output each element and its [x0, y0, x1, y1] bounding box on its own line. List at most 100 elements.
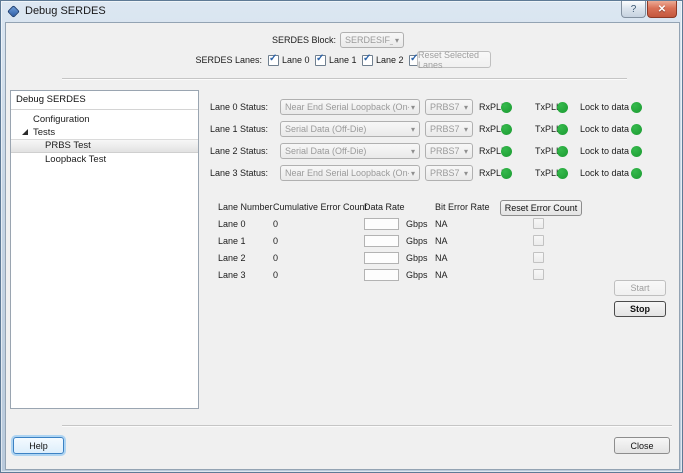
chevron-down-icon: ▾ [464, 125, 468, 134]
txpll-status-indicator [557, 168, 568, 179]
lane1-loopback-dropdown[interactable]: Serial Data (Off-Die) ▾ [280, 121, 420, 137]
close-button[interactable]: Close [614, 437, 670, 454]
rxpll-status-indicator [501, 146, 512, 157]
lane0-loopback-dropdown[interactable]: Near End Serial Loopback (On-Die) ▾ [280, 99, 420, 115]
rxpll-status-indicator [501, 124, 512, 135]
lock-status-indicator [631, 124, 642, 135]
rxpll-status-indicator [501, 102, 512, 113]
txpll-status-indicator [557, 146, 568, 157]
lock-status-indicator [631, 146, 642, 157]
lane2-pattern-dropdown[interactable]: PRBS7 ▾ [425, 143, 473, 159]
lane2-checkbox-label: Lane 2 [376, 55, 404, 65]
lane0-reset-error-checkbox[interactable] [533, 218, 544, 229]
chevron-down-icon: ▾ [411, 169, 415, 178]
lane1-checkbox-label: Lane 1 [329, 55, 357, 65]
lane-name: Lane 3 [218, 268, 246, 282]
txpll-status-indicator [557, 102, 568, 113]
lane3-status-label: Lane 3 Status: [156, 162, 268, 184]
bit-error-rate-value: NA [435, 251, 448, 265]
lane1-checkbox[interactable]: ✓ Lane 1 [315, 52, 357, 68]
cumulative-error-count-value: 0 [273, 234, 278, 248]
lane0-checkbox[interactable]: ✓ Lane 0 [268, 52, 310, 68]
lane-name: Lane 0 [218, 217, 246, 231]
lane0-data-rate-input[interactable] [364, 218, 399, 230]
lane1-data-rate-input[interactable] [364, 235, 399, 247]
prbs-table-row: Lane 2 0 Gbps NA [6, 251, 679, 266]
close-icon: ✕ [658, 4, 666, 15]
lock-to-data-label: Lock to data [580, 140, 629, 162]
chevron-down-icon: ▾ [411, 147, 415, 156]
lane0-checkbox-label: Lane 0 [282, 55, 310, 65]
chevron-down-icon: ▾ [464, 147, 468, 156]
lock-status-indicator [631, 102, 642, 113]
reset-error-count-button[interactable]: Reset Error Count [500, 200, 582, 216]
chevron-down-icon: ▾ [411, 125, 415, 134]
lane3-status-row: Lane 3 Status: Near End Serial Loopback … [6, 162, 679, 184]
bit-error-rate-value: NA [435, 234, 448, 248]
dialog-client-area: SERDES Block: SERDESIF_0 ▾ SERDES Lanes:… [5, 22, 680, 470]
lane3-reset-error-checkbox[interactable] [533, 269, 544, 280]
bottom-separator [62, 425, 672, 427]
lane-name: Lane 2 [218, 251, 246, 265]
lane3-loopback-dropdown[interactable]: Near End Serial Loopback (On-Die) ▾ [280, 165, 420, 181]
serdes-lanes-label: SERDES Lanes: [106, 52, 262, 68]
lock-to-data-label: Lock to data [580, 118, 629, 140]
chevron-down-icon: ▾ [464, 169, 468, 178]
chevron-down-icon: ▾ [464, 103, 468, 112]
checkbox-checked-icon: ✓ [315, 55, 326, 66]
reset-selected-lanes-button[interactable]: Reset Selected Lanes [417, 51, 491, 68]
data-rate-unit: Gbps [406, 234, 428, 248]
prbs-table-row: Lane 3 0 Gbps NA [6, 268, 679, 283]
lane2-checkbox[interactable]: ✓ Lane 2 [362, 52, 404, 68]
bit-error-rate-value: NA [435, 268, 448, 282]
cumulative-error-count-value: 0 [273, 251, 278, 265]
cumulative-error-count-value: 0 [273, 268, 278, 282]
lane3-pattern-dropdown[interactable]: PRBS7 ▾ [425, 165, 473, 181]
window-title: Debug SERDES [25, 1, 106, 22]
debug-serdes-window: Debug SERDES ? ✕ SERDES Block: SERDESIF_… [0, 0, 683, 473]
titlebar[interactable]: Debug SERDES ? ✕ [1, 1, 682, 22]
lane2-status-row: Lane 2 Status: Serial Data (Off-Die) ▾ P… [6, 140, 679, 162]
data-rate-unit: Gbps [406, 251, 428, 265]
col-data-rate: Data Rate [364, 202, 405, 212]
bit-error-rate-value: NA [435, 217, 448, 231]
checkbox-checked-icon: ✓ [362, 55, 373, 66]
prbs-table-header: Lane Number Cumulative Error Count Data … [6, 200, 679, 216]
lock-status-indicator [631, 168, 642, 179]
titlebar-close-button[interactable]: ✕ [647, 1, 677, 18]
data-rate-unit: Gbps [406, 268, 428, 282]
serdes-block-label: SERDES Block: [186, 32, 336, 48]
serdes-block-dropdown[interactable]: SERDESIF_0 ▾ [340, 32, 404, 48]
rxpll-status-indicator [501, 168, 512, 179]
lane2-loopback-dropdown[interactable]: Serial Data (Off-Die) ▾ [280, 143, 420, 159]
prbs-table-row: Lane 1 0 Gbps NA [6, 234, 679, 249]
lock-to-data-label: Lock to data [580, 96, 629, 118]
col-cumulative-error-count: Cumulative Error Count [273, 202, 367, 212]
lock-to-data-label: Lock to data [580, 162, 629, 184]
lane1-pattern-dropdown[interactable]: PRBS7 ▾ [425, 121, 473, 137]
serdes-block-value: SERDESIF_0 [345, 35, 393, 45]
col-bit-error-rate: Bit Error Rate [435, 202, 490, 212]
checkbox-checked-icon: ✓ [268, 55, 279, 66]
stop-button[interactable]: Stop [614, 301, 666, 317]
lane2-reset-error-checkbox[interactable] [533, 252, 544, 263]
help-icon: ? [631, 4, 637, 15]
titlebar-help-button[interactable]: ? [621, 1, 646, 18]
top-separator [62, 78, 627, 80]
lane1-status-label: Lane 1 Status: [156, 118, 268, 140]
prbs-table-row: Lane 0 0 Gbps NA [6, 217, 679, 232]
col-lane-number: Lane Number [218, 202, 273, 212]
lane-name: Lane 1 [218, 234, 246, 248]
cumulative-error-count-value: 0 [273, 217, 278, 231]
lane1-status-row: Lane 1 Status: Serial Data (Off-Die) ▾ P… [6, 118, 679, 140]
lane1-reset-error-checkbox[interactable] [533, 235, 544, 246]
chevron-down-icon: ▾ [395, 36, 399, 45]
lane3-data-rate-input[interactable] [364, 269, 399, 281]
data-rate-unit: Gbps [406, 217, 428, 231]
txpll-status-indicator [557, 124, 568, 135]
lane2-status-label: Lane 2 Status: [156, 140, 268, 162]
lane0-pattern-dropdown[interactable]: PRBS7 ▾ [425, 99, 473, 115]
help-button[interactable]: Help [13, 437, 64, 454]
start-button[interactable]: Start [614, 280, 666, 296]
lane2-data-rate-input[interactable] [364, 252, 399, 264]
